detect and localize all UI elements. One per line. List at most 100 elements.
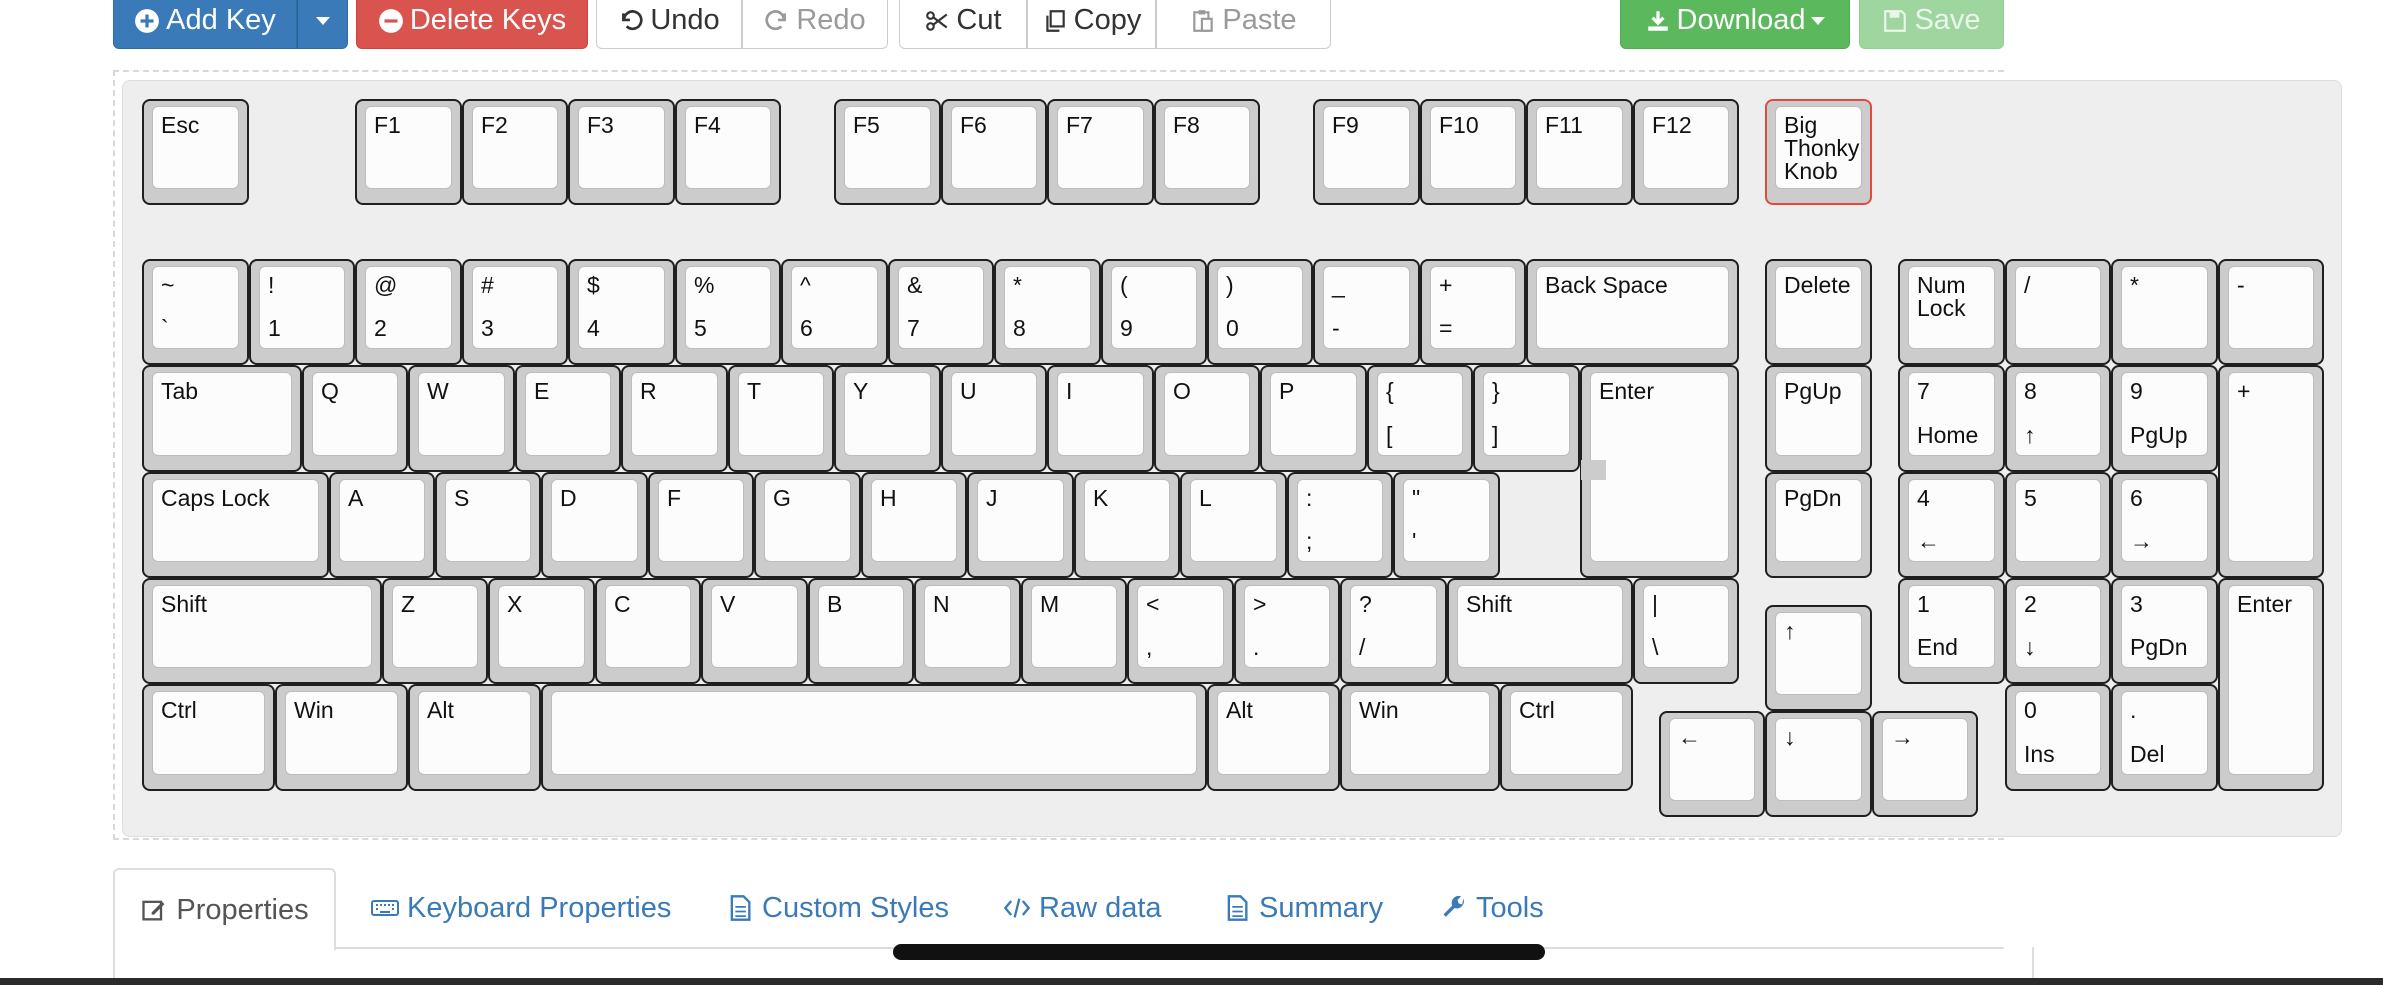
key[interactable]: ^ 6 (781, 259, 888, 365)
key[interactable]: Big Thonky Knob (1765, 99, 1872, 205)
key[interactable]: I (1047, 365, 1154, 472)
key[interactable]: Shift (142, 578, 382, 684)
key[interactable]: * (2111, 259, 2218, 365)
tab-raw-data[interactable]: Raw data (1003, 868, 1162, 948)
key[interactable]: 2 ↓ (2005, 578, 2111, 684)
key[interactable]: 7 Home (1898, 365, 2005, 472)
key[interactable]: }] (1473, 365, 1580, 472)
key[interactable]: M (1021, 578, 1127, 684)
key[interactable]: F6 (941, 99, 1047, 205)
key[interactable]: F10 (1420, 99, 1526, 205)
key[interactable]: F5 (834, 99, 941, 205)
key[interactable]: L (1180, 472, 1287, 578)
download-button[interactable]: Download (1620, 0, 1850, 49)
key[interactable]: F (648, 472, 754, 578)
key[interactable]: H (861, 472, 967, 578)
key[interactable]: + (2218, 365, 2324, 578)
key[interactable]: T (728, 365, 834, 472)
key[interactable]: _ - (1313, 259, 1420, 365)
key[interactable]: F9 (1313, 99, 1420, 205)
key[interactable]: 5 (2005, 472, 2111, 578)
add-key-dropdown[interactable] (297, 0, 348, 49)
key[interactable]: & 7 (888, 259, 994, 365)
key[interactable]: >. (1234, 578, 1340, 684)
tab-properties[interactable]: Properties (113, 868, 336, 950)
key[interactable]: F8 (1154, 99, 1260, 205)
key[interactable]: {[ (1367, 365, 1473, 472)
key[interactable]: ~ ` (142, 259, 249, 365)
key[interactable]: <, (1127, 578, 1234, 684)
key[interactable]: Esc (142, 99, 249, 205)
key[interactable]: Win (1340, 684, 1500, 791)
key[interactable]: % 5 (675, 259, 781, 365)
save-button[interactable]: Save (1859, 0, 2004, 49)
key[interactable]: ! 1 (249, 259, 355, 365)
key[interactable]: ↑ (1765, 605, 1872, 711)
key[interactable]: S (435, 472, 541, 578)
key[interactable]: K (1074, 472, 1180, 578)
key[interactable]: F3 (568, 99, 675, 205)
cut-button[interactable]: Cut (899, 0, 1027, 49)
key[interactable]: F7 (1047, 99, 1154, 205)
key[interactable]: X (488, 578, 595, 684)
key[interactable]: F4 (675, 99, 781, 205)
key[interactable]: → (1872, 711, 1978, 817)
tab-keyboard-properties[interactable]: Keyboard Properties (371, 868, 671, 948)
key[interactable]: Alt (408, 684, 541, 791)
tab-custom-styles[interactable]: Custom Styles (726, 868, 949, 948)
delete-keys-button[interactable]: Delete Keys (356, 0, 588, 49)
key[interactable]: 1 End (1898, 578, 2005, 684)
tab-summary[interactable]: Summary (1223, 868, 1383, 948)
key[interactable]: Z (382, 578, 488, 684)
key[interactable]: A (329, 472, 435, 578)
key[interactable]: " ' (1393, 472, 1500, 578)
key[interactable]: E (515, 365, 621, 472)
key[interactable]: Enter (2218, 578, 2324, 791)
key[interactable]: F2 (462, 99, 568, 205)
key[interactable]: (9 (1101, 259, 1207, 365)
key[interactable]: U (941, 365, 1047, 472)
key[interactable]: ? / (1340, 578, 1447, 684)
key[interactable]: * 8 (994, 259, 1101, 365)
copy-button[interactable]: Copy (1027, 0, 1156, 49)
key[interactable]: - (2218, 259, 2324, 365)
add-key-button[interactable]: Add Key (113, 0, 297, 49)
key[interactable]: 4 ← (1898, 472, 2005, 578)
key[interactable]: F1 (355, 99, 462, 205)
key[interactable]: Delete (1765, 259, 1872, 365)
key[interactable]: . Del (2111, 684, 2218, 791)
key[interactable]: ) 0 (1207, 259, 1313, 365)
key[interactable]: 6 → (2111, 472, 2218, 578)
key[interactable]: F12 (1633, 99, 1739, 205)
key[interactable]: W (408, 365, 515, 472)
key[interactable]: PgDn (1765, 472, 1872, 578)
key[interactable]: Caps Lock (142, 472, 329, 578)
key[interactable]: Q (302, 365, 408, 472)
key[interactable]: G (754, 472, 861, 578)
key[interactable]: R (621, 365, 728, 472)
key[interactable]: J (967, 472, 1074, 578)
key[interactable]: Tab (142, 365, 302, 472)
paste-button[interactable]: Paste (1156, 0, 1331, 49)
key[interactable]: Num Lock (1898, 259, 2005, 365)
redo-button[interactable]: Redo (742, 0, 888, 49)
key[interactable]: Shift (1447, 578, 1633, 684)
key[interactable]: Ctrl (1500, 684, 1633, 791)
key[interactable]: B (808, 578, 914, 684)
key[interactable]: V (701, 578, 808, 684)
key[interactable]: P (1260, 365, 1367, 472)
key[interactable]: @2 (355, 259, 462, 365)
key[interactable]: C (595, 578, 701, 684)
key[interactable]: #3 (462, 259, 568, 365)
key[interactable]: ← (1659, 711, 1765, 817)
key[interactable]: ↓ (1765, 711, 1872, 817)
key[interactable]: Y (834, 365, 941, 472)
undo-button[interactable]: Undo (596, 0, 742, 49)
key[interactable]: N (914, 578, 1021, 684)
key[interactable]: Back Space (1526, 259, 1739, 365)
key[interactable]: :; (1287, 472, 1393, 578)
key[interactable]: 3 PgDn (2111, 578, 2218, 684)
key[interactable]: O (1154, 365, 1260, 472)
key[interactable]: Win (275, 684, 408, 791)
key[interactable]: | \ (1633, 578, 1739, 684)
